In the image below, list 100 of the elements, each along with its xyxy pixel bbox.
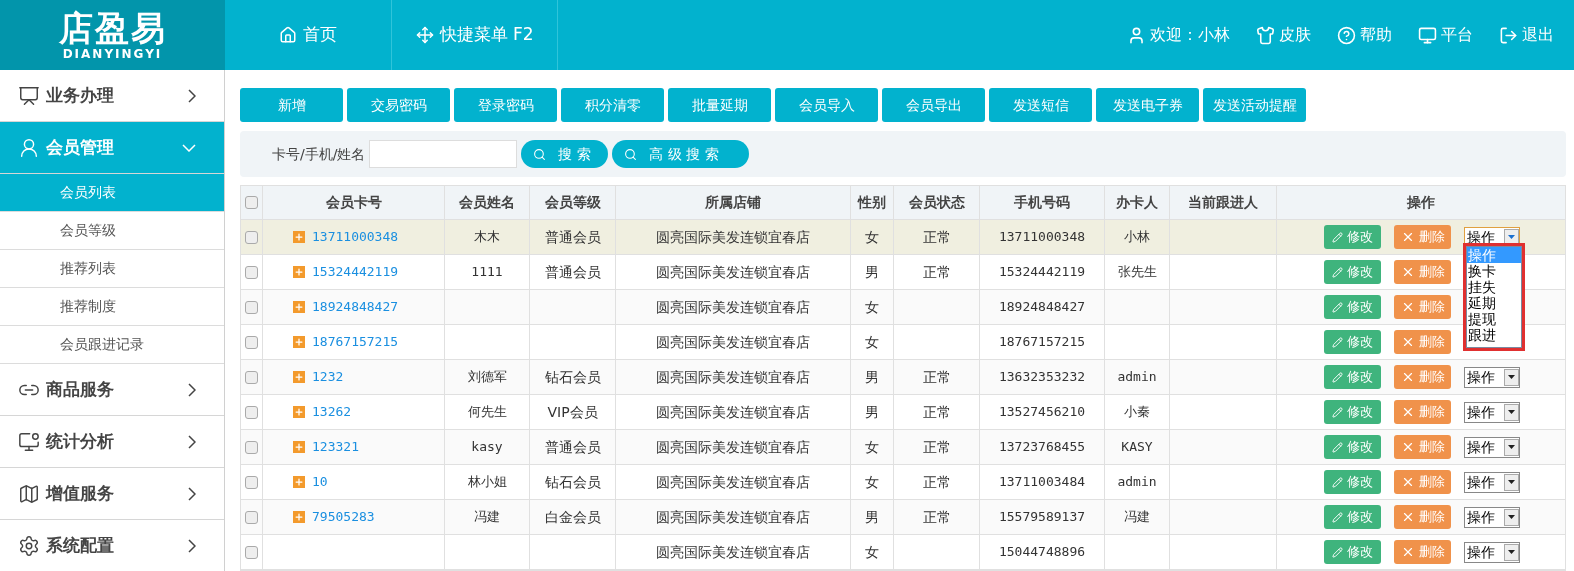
edit-button[interactable]: 修改 (1324, 365, 1381, 389)
action-select[interactable]: 操作 (1464, 401, 1520, 423)
delete-button[interactable]: 删除 (1394, 260, 1451, 284)
row-checkbox[interactable] (245, 510, 258, 524)
card-number-link[interactable]: 15324442119 (312, 262, 399, 282)
edit-button[interactable]: 修改 (1324, 225, 1381, 249)
column-header: 会员卡号 (325, 193, 382, 212)
delete-button[interactable]: 删除 (1394, 330, 1451, 354)
toolbar-button[interactable]: 发送电子券 (1096, 88, 1199, 122)
delete-button[interactable]: 删除 (1394, 505, 1451, 529)
edit-button[interactable]: 修改 (1324, 540, 1381, 564)
select-all-checkbox[interactable] (245, 196, 258, 209)
search-field[interactable] (369, 140, 518, 168)
row-checkbox[interactable] (245, 335, 258, 349)
expand-icon[interactable] (293, 301, 305, 313)
toolbar-button[interactable]: 积分清零 (561, 88, 664, 122)
table-row[interactable]: 10 林小姐 钻石会员 圆亮国际美发连锁宜春店 女 正常 13711003484 admin 修改 删除 操作 (241, 465, 1565, 500)
card-number-link[interactable]: 1232 (312, 367, 344, 387)
table-row[interactable]: 79505283 冯建 白金会员 圆亮国际美发连锁宜春店 男 正常 15579589137 冯建 修改 删除 操作 (241, 500, 1565, 535)
expand-icon[interactable] (293, 231, 305, 243)
expand-icon[interactable] (293, 406, 305, 418)
submenu-item[interactable]: 推荐制度 (0, 288, 224, 326)
action-select[interactable]: 操作 (1464, 436, 1520, 458)
delete-button[interactable]: 删除 (1394, 365, 1451, 389)
dropdown-option[interactable]: 延期 (1467, 295, 1521, 311)
expand-icon[interactable] (293, 266, 305, 278)
caret-icon (1504, 403, 1519, 421)
column-header: 所属店铺 (705, 193, 761, 212)
sidebar-item[interactable]: 会员管理 (0, 122, 224, 174)
sidebar-item[interactable]: 商品服务 (0, 364, 224, 416)
header-link[interactable]: 皮肤 (1256, 23, 1311, 47)
toolbar-button[interactable]: 新增 (240, 88, 343, 122)
submenu-item[interactable]: 会员列表 (0, 174, 224, 212)
top-nav-item[interactable]: 首页 (225, 0, 392, 70)
expand-icon[interactable] (293, 441, 305, 453)
edit-button[interactable]: 修改 (1324, 505, 1381, 529)
toolbar-button[interactable]: 登录密码 (454, 88, 557, 122)
top-nav-item[interactable]: 快捷菜单 F2 (392, 0, 558, 70)
table-row[interactable]: 圆亮国际美发连锁宜春店 女 15044748896 修改 删除 操作 (241, 535, 1565, 570)
search-button[interactable]: 搜 索 (521, 140, 609, 168)
row-checkbox[interactable] (245, 405, 258, 419)
header-link[interactable]: 欢迎：小林 (1127, 23, 1230, 47)
dropdown-option[interactable]: 跟进 (1467, 327, 1521, 343)
action-select[interactable]: 操作 (1464, 471, 1520, 493)
delete-button[interactable]: 删除 (1394, 470, 1451, 494)
sidebar-item[interactable]: 增值服务 (0, 468, 224, 520)
expand-icon[interactable] (293, 476, 305, 488)
sidebar-item[interactable]: 系统配置 (0, 520, 224, 571)
table-row[interactable]: 1232 刘德军 钻石会员 圆亮国际美发连锁宜春店 男 正常 13632353232 admin 修改 删除 操作 (241, 360, 1565, 395)
dropdown-option[interactable]: 提现 (1467, 311, 1521, 327)
row-checkbox[interactable] (245, 370, 258, 384)
edit-button[interactable]: 修改 (1324, 260, 1381, 284)
toolbar-button[interactable]: 交易密码 (347, 88, 450, 122)
table-row[interactable]: 123321 kasy 普通会员 圆亮国际美发连锁宜春店 女 正常 13723768455 KASY 修改 删除 操作 (241, 430, 1565, 465)
card-number-link[interactable]: 18924848427 (312, 297, 399, 317)
help-icon (1337, 25, 1356, 45)
edit-button[interactable]: 修改 (1324, 295, 1381, 319)
submenu-item[interactable]: 会员跟进记录 (0, 326, 224, 364)
delete-button[interactable]: 删除 (1394, 400, 1451, 424)
expand-icon[interactable] (293, 511, 305, 523)
row-checkbox[interactable] (245, 440, 258, 454)
submenu-item[interactable]: 推荐列表 (0, 250, 224, 288)
card-number-link[interactable]: 13262 (312, 402, 352, 422)
expand-icon[interactable] (293, 336, 305, 348)
row-checkbox[interactable] (245, 545, 258, 559)
expand-icon[interactable] (293, 371, 305, 383)
action-select[interactable]: 操作 (1464, 506, 1520, 528)
edit-button[interactable]: 修改 (1324, 330, 1381, 354)
card-number-link[interactable]: 13711000348 (312, 227, 399, 247)
header-link[interactable]: 平台 (1418, 23, 1473, 47)
header-link[interactable]: 帮助 (1337, 23, 1392, 47)
action-select[interactable]: 操作 (1464, 366, 1520, 388)
delete-button[interactable]: 删除 (1394, 540, 1451, 564)
edit-button[interactable]: 修改 (1324, 400, 1381, 424)
toolbar-button[interactable]: 批量延期 (668, 88, 771, 122)
search-button[interactable]: 高 级 搜 索 (612, 140, 750, 168)
delete-button[interactable]: 删除 (1394, 225, 1451, 249)
table-cell-text: 白金会员 (544, 507, 601, 527)
delete-button[interactable]: 删除 (1394, 435, 1451, 459)
table-row[interactable]: 13262 何先生 VIP会员 圆亮国际美发连锁宜春店 男 正常 13527456210 小秦 修改 删除 操作 (241, 395, 1565, 430)
action-select[interactable]: 操作 (1464, 541, 1520, 563)
sidebar-item[interactable]: 统计分析 (0, 416, 224, 468)
submenu-item[interactable]: 会员等级 (0, 212, 224, 250)
header-link[interactable]: 退出 (1499, 23, 1554, 47)
card-number-link[interactable]: 123321 (312, 437, 359, 457)
card-number-link[interactable]: 10 (312, 472, 328, 492)
card-number-link[interactable]: 79505283 (312, 507, 375, 527)
edit-button[interactable]: 修改 (1324, 435, 1381, 459)
dropdown-option[interactable]: 换卡 (1467, 263, 1521, 279)
toolbar-button[interactable]: 发送短信 (989, 88, 1092, 122)
row-checkbox[interactable] (245, 265, 258, 279)
toolbar-button[interactable]: 会员导入 (775, 88, 878, 122)
edit-button[interactable]: 修改 (1324, 470, 1381, 494)
toolbar-button[interactable]: 会员导出 (882, 88, 985, 122)
dropdown-option[interactable]: 操作 (1467, 247, 1521, 263)
toolbar-button[interactable]: 发送活动提醒 (1203, 88, 1306, 122)
row-checkbox[interactable] (245, 475, 258, 489)
row-checkbox[interactable] (245, 300, 258, 314)
row-checkbox[interactable] (245, 230, 258, 244)
delete-button[interactable]: 删除 (1394, 295, 1451, 319)
